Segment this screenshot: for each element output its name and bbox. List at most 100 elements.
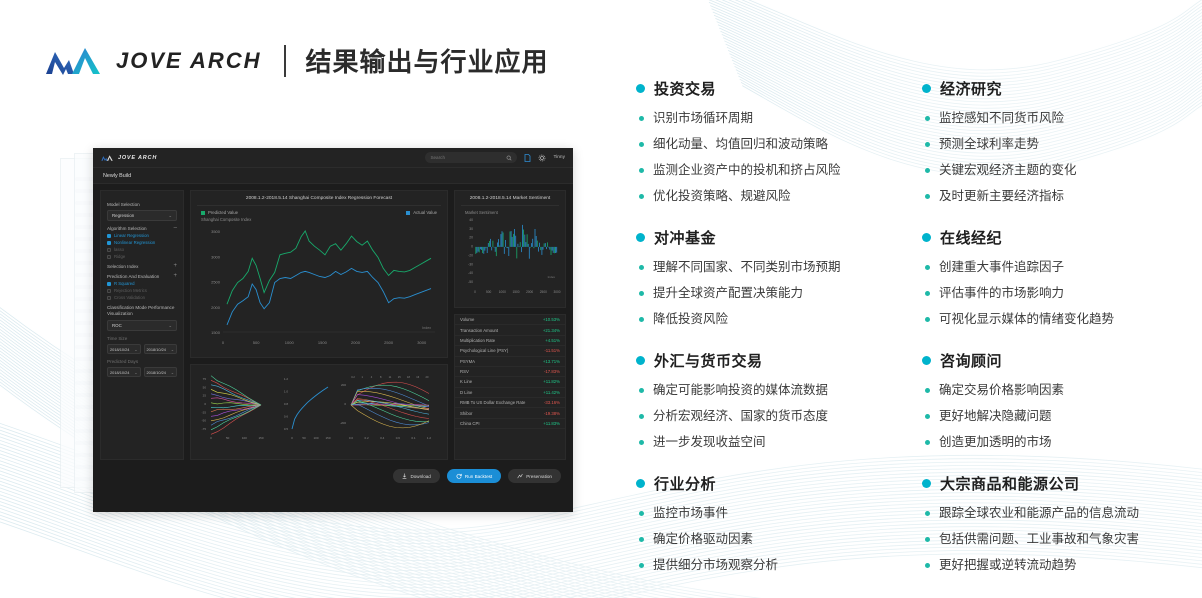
evaluation-checkbox-1[interactable]	[107, 288, 111, 293]
predicted-days-to-value: 2018/10/24	[146, 369, 166, 375]
bullet-dot-icon	[925, 414, 930, 419]
left-group-0: 投资交易 识别市场循环周期 细化动量、均值回归和波动策略 监测企业资产中的投机和…	[636, 78, 898, 205]
legend-actual[interactable]: Actual Value	[406, 210, 437, 215]
expand-icon[interactable]: +	[173, 263, 177, 269]
metric-row-6: K Line +11.82%	[455, 377, 565, 388]
run-backtest-label: Run Backtest	[464, 473, 493, 479]
svg-text:2500: 2500	[211, 280, 221, 285]
left-bullet-0-2: 监测企业资产中的投机和挤占风险	[636, 162, 898, 179]
evaluation-checkbox-row-0[interactable]: R Squared	[107, 281, 177, 286]
metric-value-1: +21.34%	[542, 327, 560, 333]
svg-text:0: 0	[474, 290, 476, 294]
right-bullet-2-0: 确定交易价格影响因素	[922, 382, 1184, 399]
svg-text:500: 500	[253, 340, 260, 345]
model-selection-select[interactable]: Regression ⌄	[107, 210, 177, 221]
search-input[interactable]: Search	[425, 152, 518, 163]
user-name[interactable]: Tinny	[553, 155, 565, 160]
run-backtest-button[interactable]: Run Backtest	[446, 469, 502, 483]
time-size-to[interactable]: 2018/10/24 ⌄	[143, 344, 177, 354]
left-group-head-2: 外汇与货币交易	[636, 350, 898, 371]
svg-text:0: 0	[222, 340, 225, 345]
classification-select[interactable]: ROC ⌄	[107, 320, 177, 331]
metric-value-4: +13.71%	[542, 358, 560, 364]
content-column-left: 投资交易 识别市场循环周期 细化动量、均值回归和波动策略 监测企业资产中的投机和…	[636, 78, 898, 596]
tab-newly-build[interactable]: Newly Build	[103, 173, 131, 179]
left-bullet-text-2-2: 进一步发现收益空间	[653, 435, 766, 449]
right-bullet-0-0: 监控感知不同货币风险	[922, 110, 1184, 127]
left-group-3: 行业分析 监控市场事件 确定价格驱动因素 提供细分市场观察分析	[636, 473, 898, 574]
svg-text:3000: 3000	[211, 254, 221, 259]
gear-icon[interactable]	[538, 154, 546, 162]
metric-name-3: Psychological Line (PSY)	[460, 348, 509, 354]
svg-text:2000: 2000	[211, 305, 221, 310]
classification-value: ROC	[112, 323, 122, 328]
metric-row-5: RSV -17.83%	[455, 367, 565, 378]
left-bullet-text-1-1: 提升全球资产配置决策能力	[653, 286, 804, 300]
evaluation-checkbox-row-2[interactable]: Cross Validation	[107, 295, 177, 300]
svg-text:1.2: 1.2	[284, 377, 289, 381]
metric-row-10: China CPI +11.83%	[455, 419, 565, 430]
metric-name-1: Transaction Amount	[460, 327, 499, 333]
time-size-range: 2018/10/24 ⌄ 2018/10/24 ⌄	[107, 344, 177, 354]
prediction-evaluation-group[interactable]: Prediction And Evaluation +	[107, 273, 177, 279]
dashboard-main-column: 2008.1.2-2018.5.14 Shanghai Composite In…	[190, 190, 448, 460]
right-bullet-3-0: 跟踪全球农业和能源产品的信息流动	[922, 505, 1184, 522]
collapse-icon[interactable]: –	[174, 225, 177, 231]
expand-icon-2[interactable]: +	[173, 273, 177, 279]
evaluation-checkbox-row-1[interactable]: Rejection Metrics	[107, 288, 177, 293]
evaluation-checkbox-2[interactable]	[107, 295, 111, 300]
metrics-list: Volume +10.53% Transaction Amount +21.34…	[455, 315, 565, 430]
evaluation-checkbox-0[interactable]	[107, 281, 111, 286]
metric-row-2: Multiplication Rate +4.51%	[455, 336, 565, 347]
page-header: JOVE ARCH 结果输出与行业应用	[44, 42, 549, 79]
right-bullet-text-3-1: 包括供需问题、工业事故和气象灾害	[939, 532, 1140, 546]
dashboard-body: Model Selection Regression ⌄ Algorithm S…	[93, 184, 573, 460]
metric-value-7: +11.42%	[543, 389, 560, 395]
algorithm-checkbox-row-1[interactable]: Nonlinear Regression	[107, 240, 177, 245]
time-size-from[interactable]: 2018/10/24 ⌄	[107, 344, 141, 354]
bullet-dot-icon	[639, 511, 644, 516]
algorithm-checkbox-2[interactable]	[107, 247, 111, 252]
regression-chart-legend: Predicted Value Actual Value	[197, 210, 441, 217]
bullet-dot-icon	[925, 537, 930, 542]
file-icon[interactable]	[524, 153, 531, 162]
algorithm-checkbox-row-2[interactable]: lasso	[107, 247, 177, 252]
chevron-down-icon-2: ⌄	[168, 322, 172, 328]
left-group-head-3: 行业分析	[636, 473, 898, 494]
legend-predicted[interactable]: Predicted Value	[201, 210, 238, 215]
selection-index-group[interactable]: Selection Index +	[107, 263, 177, 269]
dashboard-topbar: JOVE ARCH Search Tinny	[93, 148, 573, 168]
search-icon[interactable]	[506, 155, 512, 161]
svg-text:0: 0	[210, 436, 212, 440]
predicted-days-to[interactable]: 2018/10/24 ⌄	[143, 367, 177, 377]
group-bullet-icon	[636, 233, 645, 242]
metric-name-5: RSV	[460, 369, 469, 375]
legend-label-predicted: Predicted Value	[208, 210, 239, 215]
metric-name-10: China CPI	[460, 420, 480, 426]
preservation-button[interactable]: Preservation	[508, 469, 561, 483]
algorithm-checkbox-0[interactable]	[107, 233, 111, 238]
model-selection-value: Regression	[112, 213, 135, 218]
group-bullet-icon	[636, 84, 645, 93]
left-bullet-text-3-2: 提供细分市场观察分析	[653, 558, 779, 572]
algorithm-checkbox-1[interactable]	[107, 240, 111, 245]
svg-text:0: 0	[291, 436, 293, 440]
classification-mode-label: Classification Mode Performance Visualiz…	[107, 305, 175, 316]
left-group-head-0: 投资交易	[636, 78, 898, 99]
algorithm-checkbox-row-3[interactable]: Ridge	[107, 254, 177, 259]
group-bullet-icon	[922, 479, 931, 488]
svg-text:0.6: 0.6	[396, 436, 401, 440]
bullet-dot-icon	[639, 440, 644, 445]
predicted-days-from[interactable]: 2018/10/24 ⌄	[107, 367, 141, 377]
svg-text:2500: 2500	[540, 290, 547, 294]
left-bullet-2-0: 确定可能影响投资的媒体流数据	[636, 382, 898, 399]
svg-text:-50: -50	[468, 280, 473, 284]
metric-name-2: Multiplication Rate	[460, 337, 496, 343]
algorithm-checkbox-3[interactable]	[107, 254, 111, 259]
preservation-label: Preservation	[526, 473, 552, 479]
algorithm-selection-group: Algorithm Selection –	[107, 225, 177, 231]
right-group-0: 经济研究 监控感知不同货币风险 预测全球利率走势 关键宏观经济主题的变化 及时更…	[922, 78, 1184, 205]
metric-name-0: Volume	[460, 317, 475, 323]
algorithm-checkbox-row-0[interactable]: Linear Regression	[107, 233, 177, 238]
download-button[interactable]: Download	[393, 469, 440, 483]
